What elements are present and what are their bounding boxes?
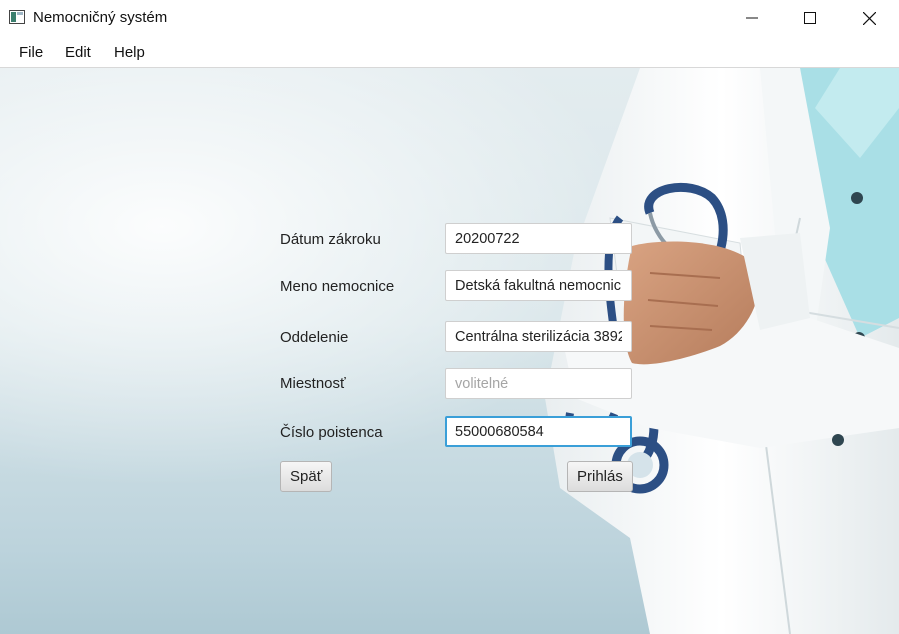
room-input[interactable]: [445, 368, 632, 399]
title-bar: Nemocničný systém: [0, 0, 899, 36]
maximize-button[interactable]: [781, 0, 839, 36]
close-button[interactable]: [840, 0, 898, 36]
department-input[interactable]: [445, 321, 632, 352]
app-window-icon: [9, 10, 25, 24]
menu-edit[interactable]: Edit: [65, 44, 91, 61]
menu-bar: File Edit Help: [0, 36, 899, 68]
insured-number-label: Číslo poistenca: [280, 424, 383, 441]
menu-help[interactable]: Help: [114, 44, 145, 61]
menu-file[interactable]: File: [19, 44, 43, 61]
date-input[interactable]: [445, 223, 632, 254]
minimize-icon: [746, 17, 758, 19]
date-label: Dátum zákroku: [280, 231, 381, 248]
room-label: Miestnosť: [280, 375, 346, 392]
back-button[interactable]: Späť: [280, 461, 333, 492]
close-icon: [862, 11, 876, 25]
minimize-button[interactable]: [723, 0, 781, 36]
hospital-label: Meno nemocnice: [280, 278, 395, 295]
window-title: Nemocničný systém: [33, 9, 168, 26]
department-label: Oddelenie: [280, 329, 349, 346]
hospital-input[interactable]: [445, 270, 632, 301]
maximize-icon: [804, 12, 816, 24]
submit-button[interactable]: Prihlás: [567, 461, 633, 492]
insured-number-input[interactable]: [445, 416, 632, 447]
login-panel: Dátum zákroku Meno nemocnice Oddelenie M…: [0, 68, 899, 634]
